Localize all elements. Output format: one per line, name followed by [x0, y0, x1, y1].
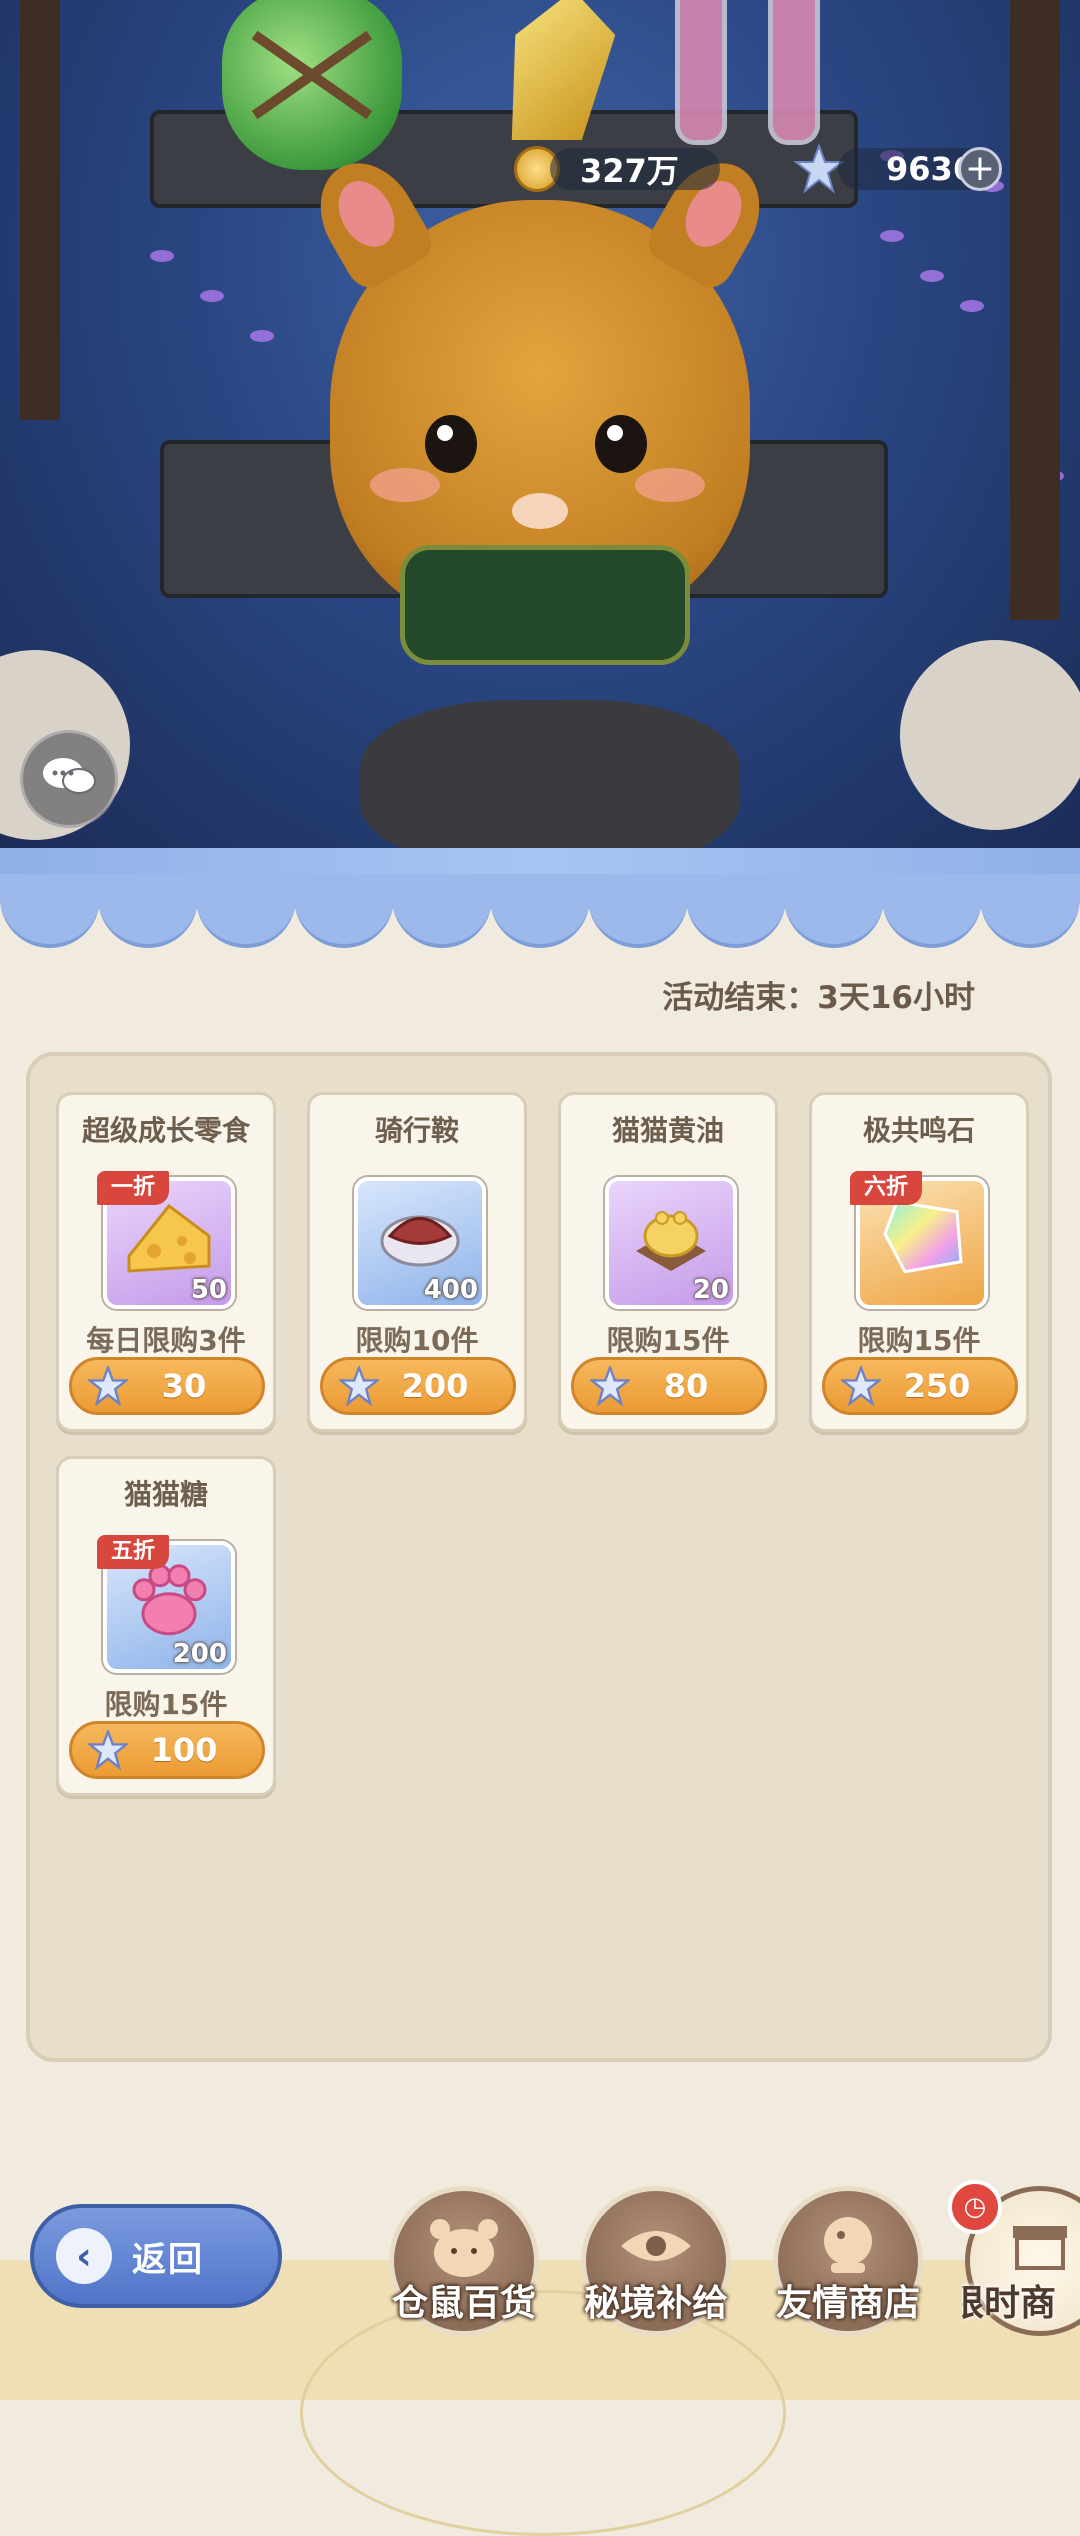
item-icon-frame: 400 [354, 1177, 486, 1309]
discount-badge: 六折 [850, 1171, 923, 1205]
coin-balance: 327万 [514, 144, 720, 194]
shop-item-card[interactable]: 猫猫糖 五折 200 限购15件 100 [56, 1456, 276, 1796]
wooden-post [20, 0, 60, 420]
shop-item-card[interactable]: 极共鸣石 六折 限购15件 250 [809, 1092, 1029, 1432]
purchase-limit: 限购10件 [355, 1324, 479, 1357]
shop-item-card[interactable]: 骑行鞍 400 限购10件 200 [307, 1092, 527, 1432]
coin-amount: 327万 [550, 148, 720, 190]
hamster-cheek [370, 468, 440, 502]
back-button-label: 返回 [132, 2239, 204, 2280]
hamster-muzzle [512, 493, 568, 529]
cheese-icon [124, 1196, 214, 1280]
add-stars-button[interactable]: + [958, 147, 1002, 191]
purchase-limit: 限购15件 [857, 1324, 981, 1357]
wooden-post [1010, 0, 1060, 620]
hamster-shopkeeper[interactable] [301, 145, 779, 665]
shopkeeper-scene: 327万 9636 + [0, 0, 1080, 860]
star-gem-icon [339, 1366, 379, 1406]
item-name: 猫猫黄油 [611, 1114, 724, 1147]
hamster-vest [400, 545, 690, 665]
purchase-limit: 限购15件 [104, 1688, 228, 1721]
limited-shop-panel: 超级成长零食 一折 50 每日限购3件 30 骑行鞍 400 限购10件 200 [26, 1052, 1052, 2062]
tab-hamster-store[interactable]: 仓鼠百货 [386, 2186, 542, 2346]
side-character-right [900, 640, 1080, 830]
buy-button[interactable]: 30 [69, 1357, 265, 1415]
discount-badge: 五折 [97, 1535, 170, 1569]
shop-awning [0, 848, 1080, 948]
shop-item-card[interactable]: 超级成长零食 一折 50 每日限购3件 30 [56, 1092, 276, 1432]
test-tube [675, 0, 727, 145]
tab-friendship-shop[interactable]: 友情商店 [770, 2186, 926, 2346]
item-icon-frame: 20 [605, 1177, 737, 1309]
discount-badge: 一折 [97, 1171, 170, 1205]
purchase-limit: 限购15件 [606, 1324, 730, 1357]
hamster-cheek [635, 468, 705, 502]
item-name: 骑行鞍 [374, 1114, 459, 1147]
tab-secret-supply[interactable]: 秘境补给 [578, 2186, 734, 2346]
green-potion-bottle [222, 0, 402, 170]
butter-icon [626, 1196, 716, 1280]
item-name: 极共鸣石 [862, 1114, 975, 1147]
back-arrow-icon: ‹ [56, 2228, 112, 2284]
star-gem-icon [590, 1366, 630, 1406]
shop-item-card[interactable]: 猫猫黄油 20 限购15件 80 [558, 1092, 778, 1432]
paw-candy-icon [124, 1558, 214, 1646]
saddle-icon [375, 1196, 465, 1280]
tree-stump [360, 700, 740, 860]
item-price: 200 [401, 1367, 469, 1405]
item-price: 100 [150, 1731, 218, 1769]
star-gem-icon [841, 1366, 881, 1406]
test-tube [768, 0, 820, 145]
clock-notification-icon: ◷ [948, 2180, 1002, 2234]
item-name: 猫猫糖 [123, 1478, 208, 1511]
tab-label: 秘境补给 [583, 2283, 728, 2324]
buy-button[interactable]: 80 [571, 1357, 767, 1415]
item-price: 30 [161, 1367, 207, 1405]
item-price: 250 [903, 1367, 971, 1405]
star-gem-icon [794, 144, 844, 194]
purchase-limit: 每日限购3件 [86, 1324, 246, 1357]
tab-label: 仓鼠百货 [391, 2283, 536, 2324]
event-countdown: 活动结束：3天16小时 [662, 980, 975, 1016]
hamster-eye [425, 415, 477, 473]
buy-button[interactable]: 250 [822, 1357, 1018, 1415]
item-quantity: 50 [190, 1275, 227, 1305]
tab-label: 友情商店 [775, 2283, 920, 2324]
buy-button[interactable]: 100 [69, 1721, 265, 1779]
back-button[interactable]: ‹ 返回 [30, 2204, 282, 2308]
item-price: 80 [663, 1367, 709, 1405]
star-gem-icon [88, 1730, 128, 1770]
chat-bubbles-icon [41, 755, 97, 803]
item-name: 超级成长零食 [81, 1114, 250, 1147]
chat-button[interactable] [20, 730, 118, 828]
resonance-stone-icon [877, 1194, 967, 1282]
item-quantity: 400 [423, 1275, 478, 1305]
item-quantity: 200 [172, 1639, 227, 1669]
star-gem-icon [88, 1366, 128, 1406]
tab-label: 限时商 [962, 2283, 1057, 2324]
item-quantity: 20 [692, 1275, 729, 1305]
star-balance: 9636 + [794, 144, 1002, 194]
buy-button[interactable]: 200 [320, 1357, 516, 1415]
hamster-eye [595, 415, 647, 473]
